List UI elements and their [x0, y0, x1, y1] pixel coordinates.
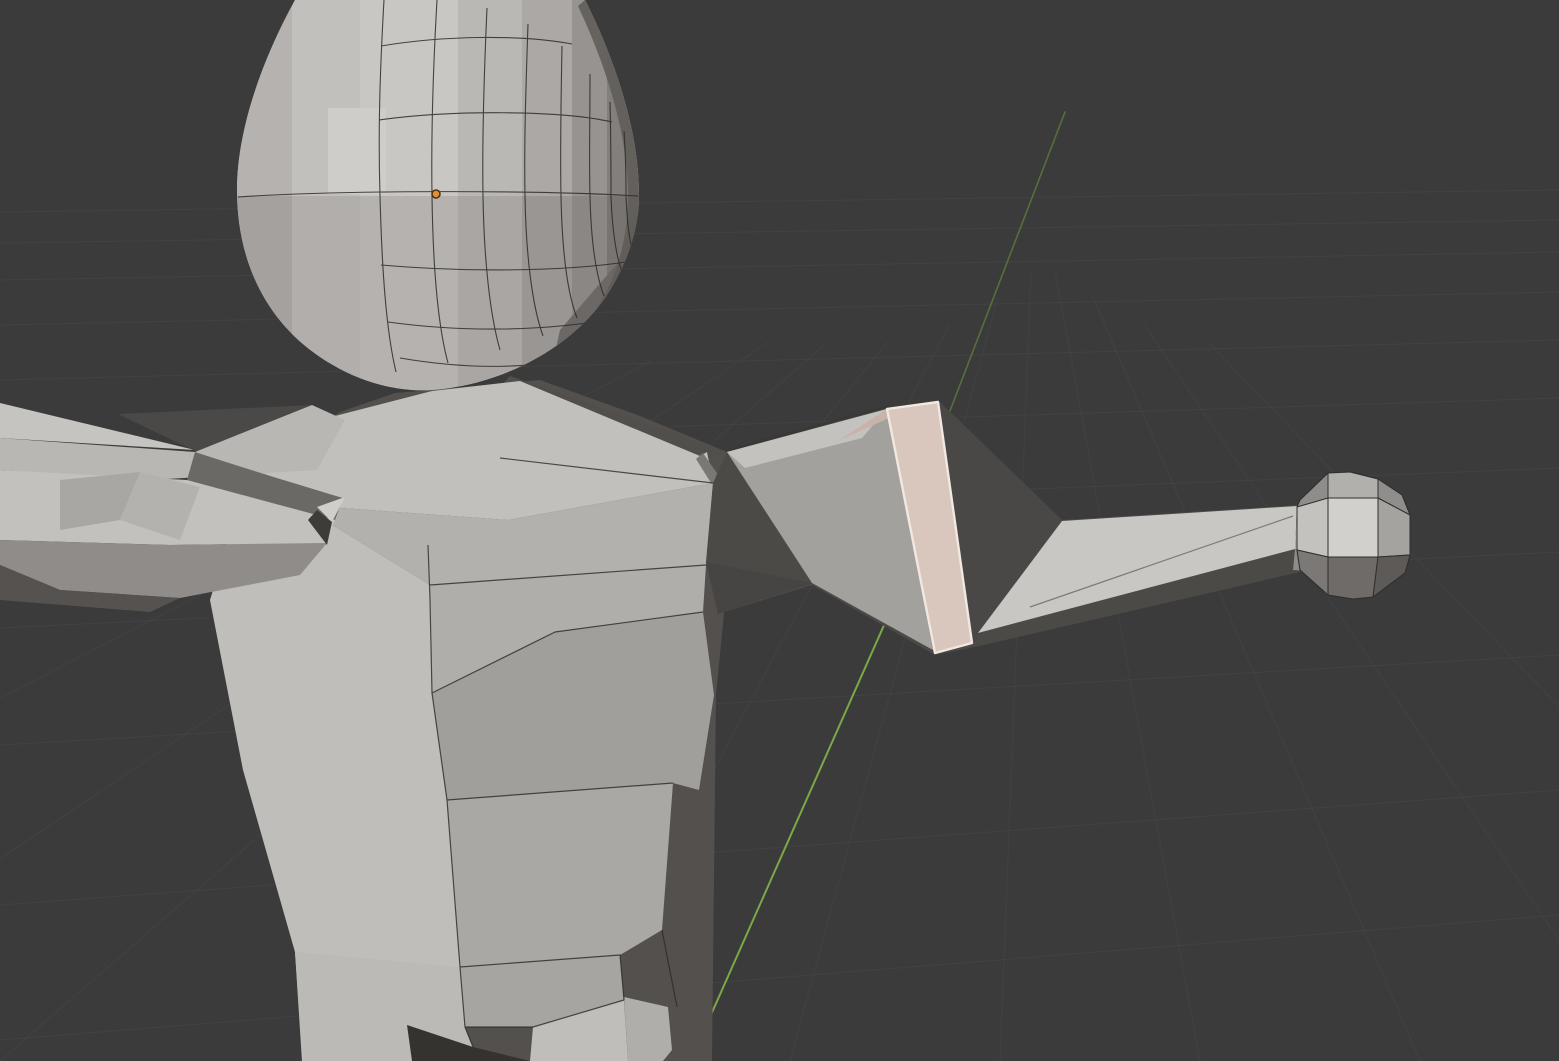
mesh-facet[interactable] — [1297, 498, 1328, 557]
mesh-facet[interactable] — [447, 783, 673, 967]
mesh-facet[interactable] — [1328, 498, 1378, 557]
viewport-canvas[interactable] — [0, 0, 1559, 1061]
origin-marker[interactable] — [432, 190, 440, 198]
right-fist[interactable] — [1297, 472, 1410, 599]
viewport-3d[interactable] — [0, 0, 1559, 1061]
mesh-facet[interactable] — [624, 997, 672, 1061]
mesh-facet[interactable] — [1328, 557, 1378, 599]
